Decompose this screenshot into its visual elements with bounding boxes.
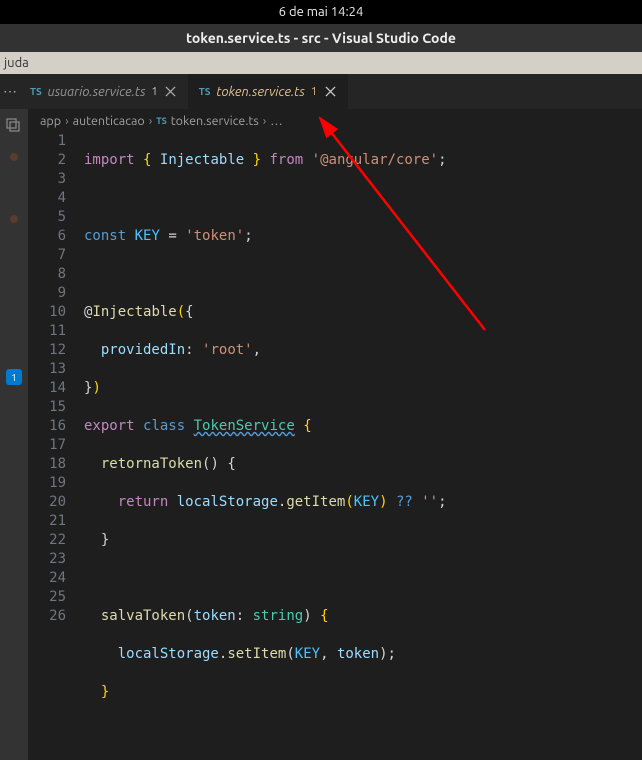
method: salvaToken [101,608,185,624]
line-number: 15 [28,398,66,417]
line-number: 2 [28,151,66,170]
close-icon[interactable] [323,85,337,99]
typescript-icon: TS [199,86,211,97]
line-number: 1 [28,132,66,151]
modified-indicator: 1 [311,86,317,98]
menu-bar[interactable]: juda [0,52,642,74]
window-title-bar: token.service.ts - src - Visual Studio C… [0,24,642,52]
breadcrumbs[interactable]: app › autenticacao › TS token.service.ts… [28,109,642,132]
editor: app › autenticacao › TS token.service.ts… [28,109,642,760]
operator: = [168,228,176,244]
tab-token-service[interactable]: TS token.service.ts 1 [189,74,348,109]
decoration-dot-icon [10,153,18,161]
line-number: 12 [28,341,66,360]
main-area: 1 app › autenticacao › TS token.service.… [0,109,642,760]
line-number: 13 [28,360,66,379]
class-name: TokenService [194,418,295,434]
method-call: setItem [227,646,286,662]
property: providedIn [101,342,185,358]
tab-label: usuario.service.ts [48,85,146,99]
keyword: export [84,418,135,434]
code-content[interactable]: import { Injectable } from '@angular/cor… [84,132,642,760]
line-number: 14 [28,379,66,398]
keyword: import [84,152,135,168]
type: string [253,608,304,624]
chevron-right-icon: › [149,114,153,128]
line-number: 16 [28,417,66,436]
code-area[interactable]: 1 2 3 4 5 6 7 8 9 10 11 12 13 14 15 16 1… [28,132,642,760]
line-number: 23 [28,550,66,569]
line-number: 18 [28,455,66,474]
line-number: 10 [28,303,66,322]
identifier: Injectable [160,152,244,168]
constant: KEY [135,228,160,244]
identifier: localStorage [118,646,219,662]
method: retornaToken [101,456,202,472]
identifier: token [337,646,379,662]
chevron-right-icon: › [263,114,267,128]
line-number: 26 [28,607,66,626]
typescript-icon: TS [156,116,167,126]
keyword: const [84,228,126,244]
line-number: 22 [28,531,66,550]
breadcrumb-segment[interactable]: app [40,114,61,128]
window-title: token.service.ts - src - Visual Studio C… [186,30,456,46]
line-number: 5 [28,208,66,227]
tab-label: token.service.ts [216,85,304,99]
keyword: class [143,418,185,434]
activity-bar: 1 [0,109,28,760]
line-number: 3 [28,170,66,189]
scm-badge[interactable]: 1 [6,369,22,385]
method-call: getItem [286,494,345,510]
operator: ?? [396,494,413,510]
open-editors-icon[interactable] [5,117,23,135]
editor-tabs: ⋯ TS usuario.service.ts 1 TS token.servi… [0,74,642,109]
line-number: 8 [28,265,66,284]
breadcrumb-segment[interactable]: autenticacao [73,114,145,128]
constant: KEY [295,646,320,662]
string: 'token' [185,228,244,244]
decorator-name: Injectable [92,304,176,320]
decoration-dot-icon [10,215,18,223]
tab-usuario-service[interactable]: TS usuario.service.ts 1 [20,74,189,109]
modified-indicator: 1 [152,86,158,98]
line-number: 6 [28,227,66,246]
line-number: 4 [28,189,66,208]
breadcrumb-overflow[interactable]: … [270,114,282,128]
line-number: 17 [28,436,66,455]
identifier: localStorage [177,494,278,510]
system-status-bar: 6 de mai 14:24 [0,0,642,24]
keyword: from [270,152,304,168]
breadcrumb-segment[interactable]: token.service.ts [171,114,259,128]
chevron-right-icon: › [65,114,69,128]
close-icon[interactable] [164,85,178,99]
line-number: 25 [28,588,66,607]
tab-overflow-icon[interactable]: ⋯ [0,74,20,109]
string: '@angular/core' [312,152,438,168]
string: '' [421,494,438,510]
string: 'root' [202,342,253,358]
line-number: 24 [28,569,66,588]
scm-count: 1 [11,372,17,383]
menu-item-ajuda[interactable]: juda [4,56,29,70]
line-number: 9 [28,284,66,303]
keyword: return [118,494,169,510]
line-number: 11 [28,322,66,341]
constant: KEY [354,494,379,510]
line-number: 21 [28,512,66,531]
parameter: token [194,608,236,624]
typescript-icon: TS [30,86,42,97]
line-number: 20 [28,493,66,512]
system-clock: 6 de mai 14:24 [279,5,364,19]
line-gutter: 1 2 3 4 5 6 7 8 9 10 11 12 13 14 15 16 1… [28,132,84,760]
line-number: 7 [28,246,66,265]
line-number: 19 [28,474,66,493]
